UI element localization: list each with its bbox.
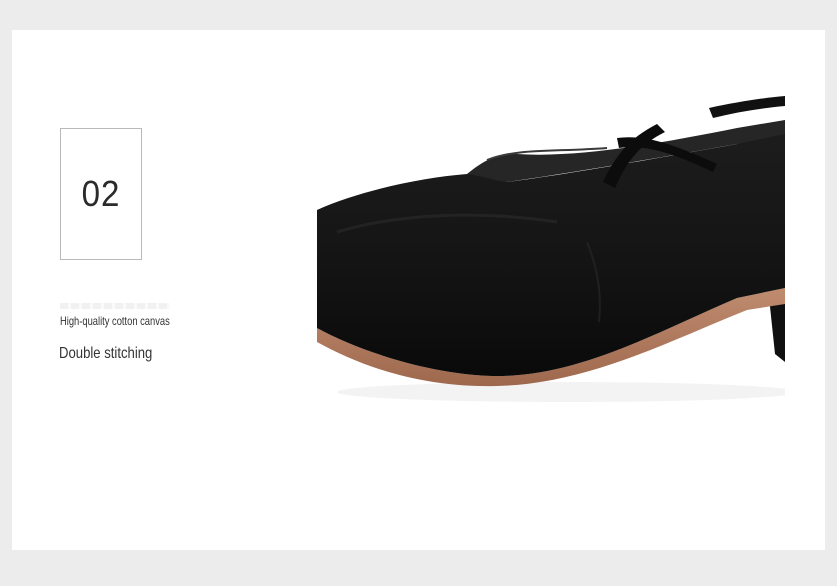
- elastic-strap-3: [709, 96, 785, 118]
- shoe-shadow: [337, 382, 797, 402]
- section-number-box: 02: [60, 128, 142, 260]
- shoe-photo: [317, 92, 797, 408]
- feature-text-cotton: High-quality cotton canvas: [60, 314, 170, 328]
- product-feature-card: 02 High-quality cotton canvas Double sti…: [12, 30, 825, 550]
- section-number: 02: [81, 173, 121, 214]
- shoe-illustration: [317, 96, 797, 402]
- feature-text-stitching: Double stitching: [59, 345, 153, 362]
- faint-divider: [60, 303, 170, 309]
